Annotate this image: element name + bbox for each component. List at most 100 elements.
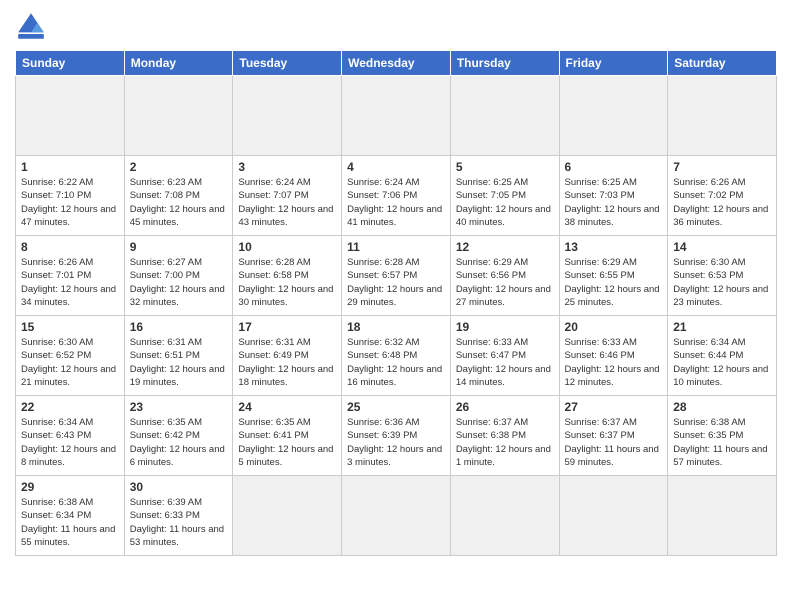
calendar-cell — [559, 476, 668, 556]
calendar-cell: 16 Sunrise: 6:31 AM Sunset: 6:51 PM Dayli… — [124, 316, 233, 396]
day-info: Sunrise: 6:31 AM Sunset: 6:51 PM Dayligh… — [130, 336, 228, 389]
day-number: 16 — [130, 320, 228, 334]
calendar-cell — [450, 476, 559, 556]
day-number: 4 — [347, 160, 445, 174]
day-number: 17 — [238, 320, 336, 334]
page: SundayMondayTuesdayWednesdayThursdayFrid… — [0, 0, 792, 612]
weekday-header: Friday — [559, 51, 668, 76]
day-number: 13 — [565, 240, 663, 254]
day-info: Sunrise: 6:29 AM Sunset: 6:56 PM Dayligh… — [456, 256, 554, 309]
weekday-header: Wednesday — [342, 51, 451, 76]
day-number: 30 — [130, 480, 228, 494]
day-number: 21 — [673, 320, 771, 334]
day-info: Sunrise: 6:37 AM Sunset: 6:38 PM Dayligh… — [456, 416, 554, 469]
day-info: Sunrise: 6:29 AM Sunset: 6:55 PM Dayligh… — [565, 256, 663, 309]
calendar-cell: 14 Sunrise: 6:30 AM Sunset: 6:53 PM Dayli… — [668, 236, 777, 316]
day-info: Sunrise: 6:34 AM Sunset: 6:43 PM Dayligh… — [21, 416, 119, 469]
day-number: 3 — [238, 160, 336, 174]
calendar-cell: 18 Sunrise: 6:32 AM Sunset: 6:48 PM Dayli… — [342, 316, 451, 396]
calendar-cell: 22 Sunrise: 6:34 AM Sunset: 6:43 PM Dayli… — [16, 396, 125, 476]
weekday-header: Monday — [124, 51, 233, 76]
calendar-cell: 17 Sunrise: 6:31 AM Sunset: 6:49 PM Dayli… — [233, 316, 342, 396]
calendar-cell — [668, 76, 777, 156]
calendar-cell — [342, 76, 451, 156]
calendar-cell: 25 Sunrise: 6:36 AM Sunset: 6:39 PM Dayli… — [342, 396, 451, 476]
logo — [15, 10, 51, 42]
day-info: Sunrise: 6:30 AM Sunset: 6:52 PM Dayligh… — [21, 336, 119, 389]
day-number: 11 — [347, 240, 445, 254]
weekday-header: Thursday — [450, 51, 559, 76]
day-info: Sunrise: 6:28 AM Sunset: 6:58 PM Dayligh… — [238, 256, 336, 309]
day-number: 23 — [130, 400, 228, 414]
day-info: Sunrise: 6:38 AM Sunset: 6:34 PM Dayligh… — [21, 496, 119, 549]
weekday-header: Tuesday — [233, 51, 342, 76]
day-info: Sunrise: 6:26 AM Sunset: 7:01 PM Dayligh… — [21, 256, 119, 309]
calendar-cell: 29 Sunrise: 6:38 AM Sunset: 6:34 PM Dayli… — [16, 476, 125, 556]
day-number: 25 — [347, 400, 445, 414]
day-number: 18 — [347, 320, 445, 334]
calendar-cell: 27 Sunrise: 6:37 AM Sunset: 6:37 PM Dayli… — [559, 396, 668, 476]
day-info: Sunrise: 6:26 AM Sunset: 7:02 PM Dayligh… — [673, 176, 771, 229]
day-number: 7 — [673, 160, 771, 174]
day-number: 10 — [238, 240, 336, 254]
day-number: 28 — [673, 400, 771, 414]
day-info: Sunrise: 6:33 AM Sunset: 6:47 PM Dayligh… — [456, 336, 554, 389]
day-number: 26 — [456, 400, 554, 414]
day-info: Sunrise: 6:36 AM Sunset: 6:39 PM Dayligh… — [347, 416, 445, 469]
calendar-cell: 5 Sunrise: 6:25 AM Sunset: 7:05 PM Daylig… — [450, 156, 559, 236]
day-number: 27 — [565, 400, 663, 414]
day-info: Sunrise: 6:27 AM Sunset: 7:00 PM Dayligh… — [130, 256, 228, 309]
calendar-cell — [16, 76, 125, 156]
calendar-cell: 21 Sunrise: 6:34 AM Sunset: 6:44 PM Dayli… — [668, 316, 777, 396]
calendar-cell: 24 Sunrise: 6:35 AM Sunset: 6:41 PM Dayli… — [233, 396, 342, 476]
calendar-cell — [450, 76, 559, 156]
weekday-header: Sunday — [16, 51, 125, 76]
day-info: Sunrise: 6:35 AM Sunset: 6:41 PM Dayligh… — [238, 416, 336, 469]
day-info: Sunrise: 6:31 AM Sunset: 6:49 PM Dayligh… — [238, 336, 336, 389]
day-info: Sunrise: 6:39 AM Sunset: 6:33 PM Dayligh… — [130, 496, 228, 549]
day-info: Sunrise: 6:24 AM Sunset: 7:07 PM Dayligh… — [238, 176, 336, 229]
calendar-cell: 2 Sunrise: 6:23 AM Sunset: 7:08 PM Daylig… — [124, 156, 233, 236]
logo-icon — [15, 10, 47, 42]
calendar-cell: 6Sunrise: 6:25 AM Sunset: 7:03 PM Daylig… — [559, 156, 668, 236]
day-number: 8 — [21, 240, 119, 254]
calendar-cell: 4 Sunrise: 6:24 AM Sunset: 7:06 PM Daylig… — [342, 156, 451, 236]
day-info: Sunrise: 6:30 AM Sunset: 6:53 PM Dayligh… — [673, 256, 771, 309]
calendar-cell: 28 Sunrise: 6:38 AM Sunset: 6:35 PM Dayli… — [668, 396, 777, 476]
calendar-cell — [559, 76, 668, 156]
calendar-cell: 9Sunrise: 6:27 AM Sunset: 7:00 PM Daylig… — [124, 236, 233, 316]
day-number: 14 — [673, 240, 771, 254]
day-number: 19 — [456, 320, 554, 334]
day-number: 6 — [565, 160, 663, 174]
calendar-cell: 12Sunrise: 6:29 AM Sunset: 6:56 PM Dayli… — [450, 236, 559, 316]
calendar-cell: 3 Sunrise: 6:24 AM Sunset: 7:07 PM Daylig… — [233, 156, 342, 236]
calendar-cell — [124, 76, 233, 156]
day-info: Sunrise: 6:25 AM Sunset: 7:05 PM Dayligh… — [456, 176, 554, 229]
calendar-cell — [233, 76, 342, 156]
calendar-cell: 13 Sunrise: 6:29 AM Sunset: 6:55 PM Dayli… — [559, 236, 668, 316]
day-number: 24 — [238, 400, 336, 414]
day-info: Sunrise: 6:33 AM Sunset: 6:46 PM Dayligh… — [565, 336, 663, 389]
day-number: 22 — [21, 400, 119, 414]
day-info: Sunrise: 6:34 AM Sunset: 6:44 PM Dayligh… — [673, 336, 771, 389]
day-info: Sunrise: 6:24 AM Sunset: 7:06 PM Dayligh… — [347, 176, 445, 229]
day-number: 5 — [456, 160, 554, 174]
day-info: Sunrise: 6:38 AM Sunset: 6:35 PM Dayligh… — [673, 416, 771, 469]
calendar-cell: 19 Sunrise: 6:33 AM Sunset: 6:47 PM Dayli… — [450, 316, 559, 396]
calendar-cell: 11 Sunrise: 6:28 AM Sunset: 6:57 PM Dayli… — [342, 236, 451, 316]
calendar-cell — [668, 476, 777, 556]
calendar-cell: 20Sunrise: 6:33 AM Sunset: 6:46 PM Dayli… — [559, 316, 668, 396]
day-info: Sunrise: 6:37 AM Sunset: 6:37 PM Dayligh… — [565, 416, 663, 469]
calendar-cell: 7 Sunrise: 6:26 AM Sunset: 7:02 PM Daylig… — [668, 156, 777, 236]
day-info: Sunrise: 6:23 AM Sunset: 7:08 PM Dayligh… — [130, 176, 228, 229]
calendar-cell — [233, 476, 342, 556]
calendar-cell: 10 Sunrise: 6:28 AM Sunset: 6:58 PM Dayli… — [233, 236, 342, 316]
calendar-cell: 30 Sunrise: 6:39 AM Sunset: 6:33 PM Dayli… — [124, 476, 233, 556]
day-info: Sunrise: 6:32 AM Sunset: 6:48 PM Dayligh… — [347, 336, 445, 389]
calendar-cell — [342, 476, 451, 556]
day-number: 29 — [21, 480, 119, 494]
day-info: Sunrise: 6:28 AM Sunset: 6:57 PM Dayligh… — [347, 256, 445, 309]
day-number: 1 — [21, 160, 119, 174]
weekday-header: Saturday — [668, 51, 777, 76]
day-number: 2 — [130, 160, 228, 174]
